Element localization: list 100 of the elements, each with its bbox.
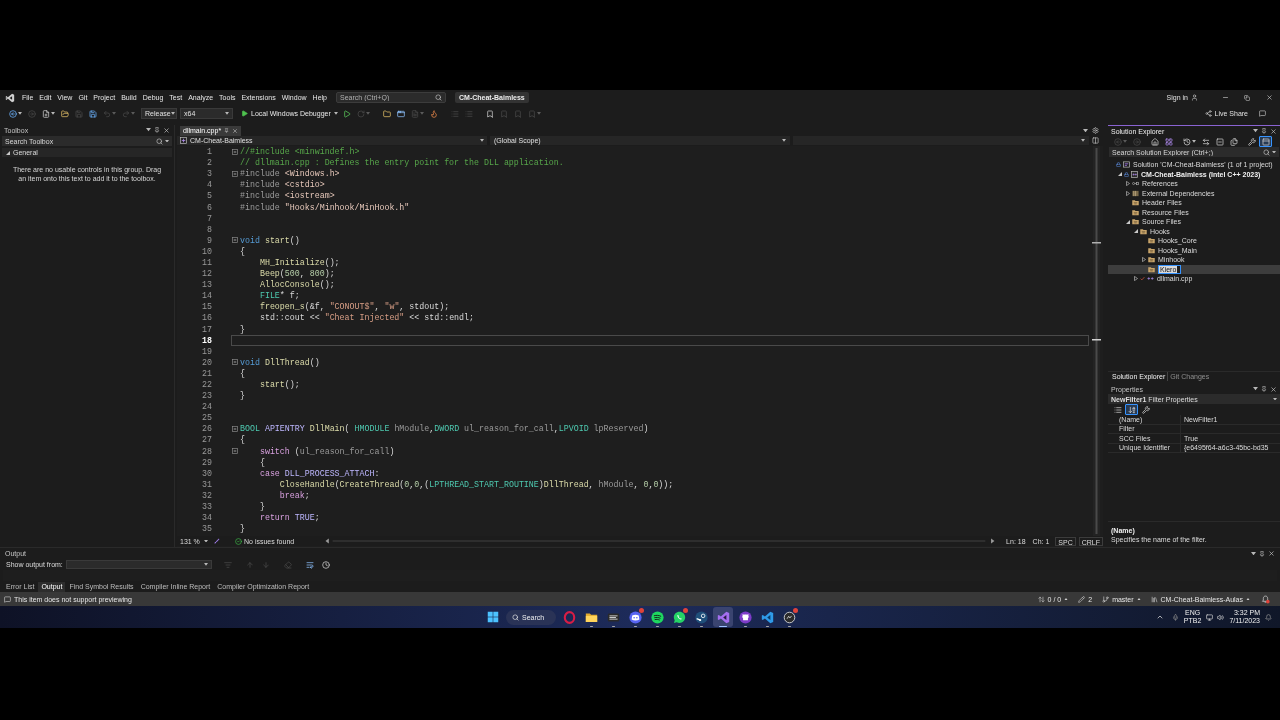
- code-line: #include "Hooks/Minhook/MinHook.h": [240, 201, 410, 213]
- code-line: std::cout << "Cheat Injected" << std::endl;: [259, 312, 475, 324]
- clock-icon: [322, 560, 331, 569]
- collapsed-arrow-icon[interactable]: [1133, 276, 1138, 282]
- vertical-scrollbar[interactable]: [1089, 146, 1103, 536]
- line-number: 10: [201, 245, 212, 257]
- categorized-button[interactable]: [1111, 404, 1124, 415]
- close-icon[interactable]: [1270, 127, 1277, 135]
- caret-down-icon[interactable]: [1253, 387, 1258, 391]
- pin-icon[interactable]: [224, 128, 230, 133]
- pin-icon[interactable]: [1261, 386, 1267, 392]
- collapse-icon[interactable]: [232, 148, 238, 155]
- ring-logo-icon: [562, 610, 576, 624]
- caret-down-icon: [17, 112, 22, 115]
- line-number: 26: [201, 423, 212, 435]
- expanded-arrow-icon[interactable]: [1117, 172, 1122, 177]
- close-icon[interactable]: [163, 126, 170, 134]
- bell-icon[interactable]: [1265, 613, 1272, 621]
- expanded-arrow-icon[interactable]: [6, 150, 10, 155]
- monitor-icon: [1206, 613, 1214, 621]
- save-all-button[interactable]: [86, 108, 99, 119]
- caret-down-icon: [111, 112, 116, 115]
- code-line: BOOL APIENTRY DllMain( HMODULE hModule,DWORD ul_reason_for_call,LPVOID lpReserved): [240, 423, 649, 435]
- horizontal-scrollbar[interactable]: [325, 537, 996, 545]
- collapsed-arrow-icon[interactable]: [1125, 190, 1130, 196]
- home-button[interactable]: [1148, 136, 1161, 147]
- restore-icon: [1244, 94, 1250, 101]
- app-logo-icon: [5, 92, 15, 103]
- line-number: 5: [206, 190, 212, 202]
- collapsed-arrow-icon[interactable]: [1125, 181, 1130, 187]
- collapse-all-button[interactable]: [1213, 136, 1226, 147]
- expanded-arrow-icon[interactable]: [1125, 219, 1130, 224]
- window-button[interactable]: [394, 108, 408, 119]
- code-line: MH_Initialize();: [259, 257, 340, 268]
- collapse-icon[interactable]: [232, 425, 238, 432]
- close-icon[interactable]: [1268, 550, 1275, 557]
- circle-arrow-left-icon: [1113, 137, 1122, 146]
- code-line: }: [240, 390, 245, 402]
- line-number: 15: [201, 301, 212, 313]
- code-line: CloseHandle(CreateThread(0,0,(LPTHREAD_START_ROUTINE)DllThread, hModule, 0,0));: [279, 478, 674, 490]
- browse-button[interactable]: [380, 108, 394, 119]
- code-line: }: [240, 323, 245, 335]
- caret-down-icon[interactable]: [1251, 551, 1256, 556]
- pin-icon[interactable]: [154, 127, 160, 133]
- switch-views-button[interactable]: [1162, 136, 1175, 147]
- property-pages-button[interactable]: [1139, 404, 1152, 415]
- caret-down-icon: [537, 112, 542, 115]
- properties-button[interactable]: [1245, 136, 1258, 147]
- speech-bubble-icon[interactable]: [1259, 110, 1266, 117]
- settings-icon[interactable]: [1092, 127, 1099, 134]
- lines-icon: [224, 560, 233, 569]
- pin-icon[interactable]: [1259, 550, 1265, 557]
- split-icon[interactable]: [1092, 137, 1099, 144]
- caret-down-icon[interactable]: [1253, 129, 1258, 133]
- collapse-icon[interactable]: [232, 359, 238, 366]
- word-wrap-button[interactable]: [303, 559, 317, 570]
- expanded-arrow-icon[interactable]: [1133, 229, 1138, 234]
- back-button[interactable]: [6, 108, 24, 119]
- line-number: 14: [201, 290, 212, 302]
- show-all-files-button[interactable]: [1227, 136, 1240, 147]
- cat-head-logo-icon: [738, 610, 752, 624]
- caret-down-icon: [1081, 139, 1085, 142]
- timestamps-button[interactable]: [319, 559, 333, 570]
- code-line: {: [259, 456, 265, 468]
- close-icon[interactable]: [1270, 385, 1277, 393]
- microphone-icon[interactable]: [1171, 613, 1179, 621]
- clock-arrow-icon: [1182, 137, 1191, 146]
- caret-down-icon[interactable]: [146, 128, 151, 132]
- caret-down-icon[interactable]: [1083, 128, 1088, 133]
- pending-changes-filter-button[interactable]: [1180, 136, 1198, 147]
- code-line: //#include <minwindef.h>: [240, 146, 360, 158]
- line-number: 27: [201, 434, 212, 446]
- pin-icon[interactable]: [1261, 128, 1267, 134]
- line-number: 21: [201, 367, 212, 379]
- line-number: 22: [201, 379, 212, 390]
- line-number: 17: [201, 323, 212, 335]
- open-button[interactable]: [58, 108, 71, 119]
- collapse-icon[interactable]: [232, 448, 238, 455]
- close-icon: [1265, 94, 1273, 101]
- line-number: 18: [201, 334, 212, 346]
- caret-down-icon: [203, 563, 208, 566]
- arrow-down-icon: [262, 560, 271, 569]
- chevron-up-icon[interactable]: [1155, 613, 1164, 621]
- collapse-icon[interactable]: [232, 170, 238, 177]
- collapse-icon[interactable]: [232, 237, 238, 244]
- search-icon: [435, 94, 442, 101]
- bell-icon[interactable]: [1261, 594, 1270, 604]
- line-number: 9: [206, 234, 212, 246]
- alphabetical-button[interactable]: [1125, 404, 1138, 415]
- arrow-up-icon: [246, 560, 255, 569]
- line-number: 20: [201, 356, 212, 368]
- project-icon: [180, 137, 187, 144]
- preview-selected-items-button[interactable]: [1259, 136, 1272, 147]
- network-volume-button[interactable]: [1206, 613, 1225, 621]
- line-number: 16: [201, 312, 212, 324]
- line-number: 33: [201, 501, 212, 513]
- close-icon[interactable]: [232, 127, 239, 134]
- wrench-icon: [1141, 405, 1150, 414]
- collapsed-arrow-icon[interactable]: [1141, 257, 1146, 263]
- caret-down-icon: [50, 112, 55, 115]
